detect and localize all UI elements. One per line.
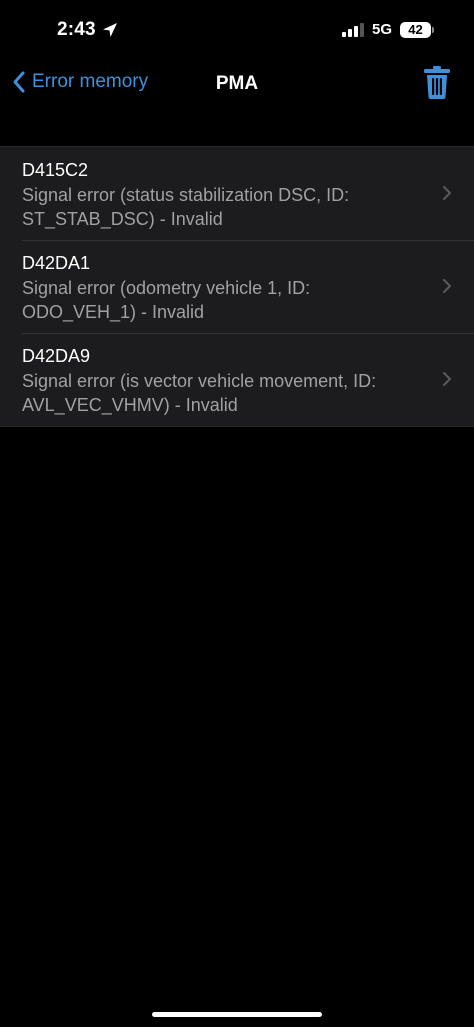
status-bar: 2:43 5G 42 <box>0 0 474 64</box>
error-row[interactable]: D42DA1 Signal error (odometry vehicle 1,… <box>0 240 474 333</box>
navigation-bar: Error memory PMA <box>0 60 474 108</box>
network-type: 5G <box>371 21 392 38</box>
error-code: D42DA9 <box>22 346 91 366</box>
error-description-line-2: ST_STAB_DSC) - Invalid <box>22 209 223 229</box>
status-time: 2:43 <box>57 19 118 41</box>
battery-level: 42 <box>400 21 431 38</box>
status-time-label: 2:43 <box>57 19 96 40</box>
error-code: D42DA1 <box>22 253 91 273</box>
error-description-line-1: Signal error (odometry vehicle 1, ID: <box>22 278 311 298</box>
status-indicators: 5G 42 <box>341 21 434 38</box>
error-code: D415C2 <box>22 160 89 180</box>
error-description-line-2: AVL_VEC_VHMV) - Invalid <box>22 395 238 415</box>
trash-icon <box>424 66 450 99</box>
error-description-line-1: Signal error (status stabilization DSC, … <box>22 185 350 205</box>
delete-button[interactable] <box>422 64 452 100</box>
chevron-right-icon <box>443 279 451 293</box>
error-row[interactable]: D415C2 Signal error (status stabilizatio… <box>0 147 474 240</box>
location-arrow-icon <box>102 23 117 37</box>
battery-icon: 42 <box>400 21 434 38</box>
chevron-right-icon <box>443 186 451 200</box>
chevron-right-icon <box>443 372 451 386</box>
error-description-line-1: Signal error (is vector vehicle movement… <box>22 371 377 391</box>
error-description-line-2: ODO_VEH_1) - Invalid <box>22 302 205 322</box>
home-indicator[interactable] <box>152 1012 322 1017</box>
cellular-signal-icon <box>341 22 364 37</box>
error-row[interactable]: D42DA9 Signal error (is vector vehicle m… <box>0 333 474 426</box>
page-title: PMA <box>215 73 259 94</box>
error-list: D415C2 Signal error (status stabilizatio… <box>0 146 474 427</box>
